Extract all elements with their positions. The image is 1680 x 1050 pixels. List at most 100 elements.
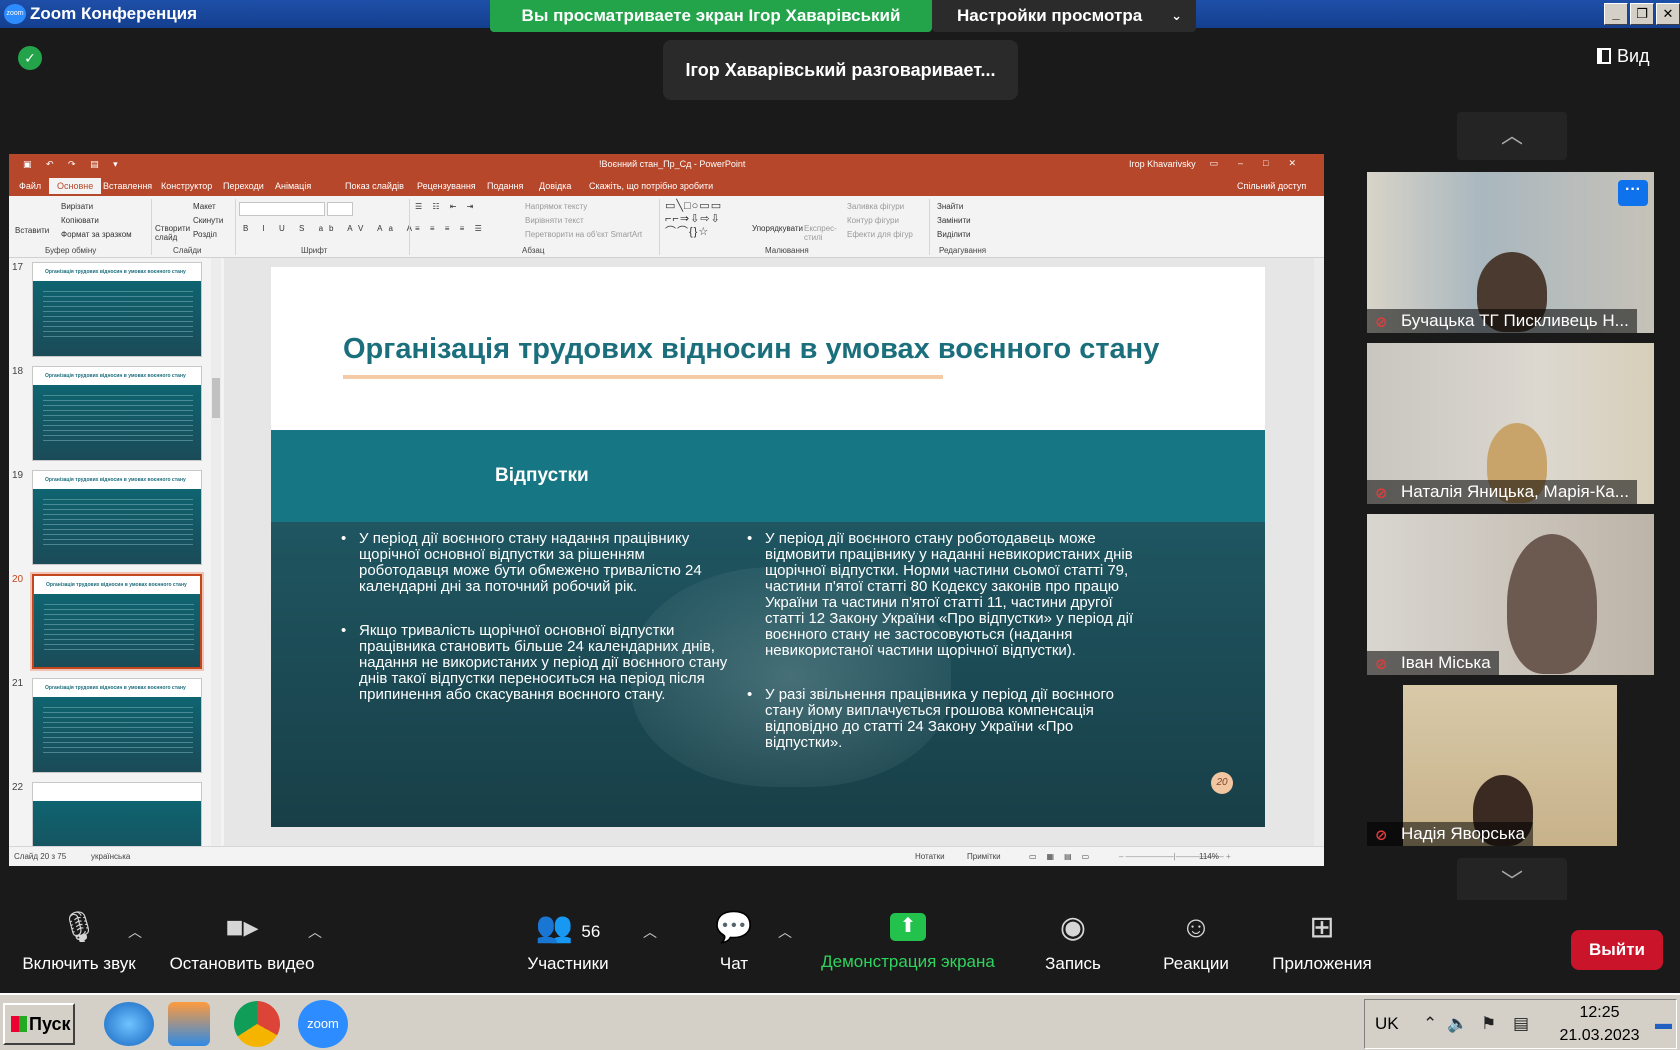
chrome-icon[interactable] bbox=[234, 1001, 280, 1047]
tab-slideshow[interactable]: Показ слайдів bbox=[345, 181, 404, 191]
thumb-text-lines bbox=[43, 291, 193, 339]
reset-button[interactable]: Скинути bbox=[193, 216, 223, 225]
quick-styles-button[interactable]: Експрес-стилі bbox=[804, 224, 840, 242]
tab-file[interactable]: Файл bbox=[19, 181, 41, 191]
slide-thumbnail[interactable]: Організація трудових відносин в умовах в… bbox=[32, 262, 202, 357]
record-button[interactable]: ◉ Запись bbox=[1036, 908, 1110, 974]
tab-design[interactable]: Конструктор bbox=[161, 181, 212, 191]
slide-thumbnail[interactable]: Організація трудових відносин в умовах в… bbox=[32, 678, 202, 773]
participant-tile[interactable]: ⊘ Наталія Яницька, Марія-Ка... bbox=[1367, 343, 1654, 504]
apps-button[interactable]: ⊞ Приложения bbox=[1264, 908, 1380, 974]
tab-view[interactable]: Подання bbox=[487, 181, 523, 191]
cut-button[interactable]: Вирізати bbox=[61, 202, 93, 211]
unmute-button[interactable]: 🎙 Включить звук bbox=[14, 908, 144, 974]
participant-tile[interactable]: ⊘ Надія Яворська bbox=[1367, 685, 1654, 846]
participants-button[interactable]: 👥 56 Участники bbox=[520, 908, 616, 974]
active-speaker-label: Ігор Хаварівський разговаривает... bbox=[663, 40, 1018, 100]
tab-insert[interactable]: Вставлення bbox=[103, 181, 152, 191]
show-hidden-icons-icon[interactable]: ⌃ bbox=[1423, 1014, 1437, 1034]
network-icon[interactable]: ▤ bbox=[1513, 1014, 1529, 1034]
unmute-label: Включить звук bbox=[22, 954, 136, 973]
start-button[interactable]: Пуск bbox=[3, 1003, 75, 1045]
security-shield-icon[interactable]: ✓ bbox=[18, 46, 42, 70]
reactions-button[interactable]: ☺ Реакции bbox=[1154, 908, 1238, 974]
layout-button[interactable]: Макет bbox=[193, 202, 216, 211]
close-button[interactable]: ✕ bbox=[1656, 3, 1680, 25]
arrange-button[interactable]: Упорядкувати bbox=[752, 224, 803, 233]
share-screen-button[interactable]: ⬆ Демонстрация экрана bbox=[810, 908, 1006, 972]
tell-me-search[interactable]: Скажіть, що потрібно зробити bbox=[589, 181, 713, 191]
font-size-input[interactable] bbox=[327, 202, 353, 216]
reactions-smiley-icon: ☺ bbox=[1180, 911, 1212, 944]
video-options-caret[interactable]: ︿ bbox=[308, 922, 322, 942]
select-button[interactable]: Виділити bbox=[937, 230, 971, 239]
format-painter-button[interactable]: Формат за зразком bbox=[61, 230, 132, 239]
clock-date[interactable]: 21.03.2023 bbox=[1552, 1027, 1647, 1045]
media-player-icon[interactable] bbox=[168, 1002, 210, 1046]
shape-fill-button[interactable]: Заливка фігури bbox=[847, 202, 904, 211]
participant-name: Бучацька ТГ Пискливець Н... bbox=[1401, 311, 1629, 330]
tab-home[interactable]: Основне bbox=[49, 178, 102, 194]
tab-animations[interactable]: Анімація bbox=[275, 181, 311, 191]
chat-button[interactable]: 💬 Чат bbox=[706, 908, 762, 974]
participant-tile[interactable]: ⊘ Іван Міська bbox=[1367, 514, 1654, 675]
participants-options-caret[interactable]: ︿ bbox=[643, 922, 657, 942]
replace-button[interactable]: Замінити bbox=[937, 216, 971, 225]
tab-review[interactable]: Рецензування bbox=[417, 181, 476, 191]
participant-name: Іван Міська bbox=[1401, 653, 1491, 672]
thumbnails-scrollbar[interactable] bbox=[211, 258, 221, 846]
show-desktop-icon[interactable]: ▬ bbox=[1655, 1014, 1672, 1034]
slide-thumbnail[interactable]: Організація трудових відносин в умовах в… bbox=[32, 470, 202, 565]
shapes-gallery[interactable]: ▭╲□○▭▭ ⌐⌐⇒⇩⇨⇩ ⌒⌒{}☆ bbox=[665, 200, 745, 239]
windows-taskbar: Пуск zoom UK ⌃ 🔈 ⚑ ▤ 12:25 21.03.2023 ▬ bbox=[0, 993, 1680, 1050]
view-mode-icons[interactable]: ▭▦▤▭ bbox=[1029, 852, 1099, 861]
slide-thumbnail-selected[interactable]: Організація трудових відносин в умовах в… bbox=[30, 572, 204, 671]
thumb-band bbox=[33, 801, 201, 846]
more-options-icon[interactable]: ··· bbox=[1618, 180, 1648, 206]
keyboard-language[interactable]: UK bbox=[1375, 1014, 1399, 1034]
current-slide[interactable]: Організація трудових відносин в умовах в… bbox=[271, 267, 1265, 827]
participant-name-bar: ⊘ Бучацька ТГ Пискливець Н... bbox=[1367, 309, 1637, 333]
minimize-button[interactable]: _ bbox=[1604, 3, 1628, 25]
copy-button[interactable]: Копіювати bbox=[61, 216, 99, 225]
stop-video-button[interactable]: ■▸ Остановить видео bbox=[162, 908, 322, 974]
slide-scrollbar[interactable] bbox=[1314, 258, 1324, 846]
volume-icon[interactable]: 🔈 bbox=[1447, 1014, 1468, 1034]
slide-thumbnail[interactable] bbox=[32, 782, 202, 846]
shape-outline-button[interactable]: Контур фігури bbox=[847, 216, 899, 225]
zoom-level[interactable]: 114% bbox=[1199, 852, 1219, 861]
shape-effects-button[interactable]: Ефекти для фігур bbox=[847, 230, 913, 239]
start-label: Пуск bbox=[29, 1014, 71, 1034]
audio-options-caret[interactable]: ︿ bbox=[128, 922, 142, 942]
internet-explorer-icon[interactable] bbox=[104, 1002, 154, 1046]
meeting-toolbar: 🎙 Включить звук ︿ ■▸ Остановить видео ︿ … bbox=[0, 900, 1680, 993]
text-direction-button[interactable]: Напрямок тексту bbox=[525, 202, 587, 211]
find-button[interactable]: Знайти bbox=[937, 202, 963, 211]
chat-options-caret[interactable]: ︿ bbox=[778, 922, 792, 942]
slide-thumbnail[interactable]: Організація трудових відносин в умовах в… bbox=[32, 366, 202, 461]
tab-transitions[interactable]: Переходи bbox=[223, 181, 264, 191]
new-slide-button[interactable]: Створити слайд bbox=[155, 224, 193, 242]
video-camera-icon: ■▸ bbox=[225, 911, 259, 944]
action-center-flag-icon[interactable]: ⚑ bbox=[1481, 1014, 1496, 1034]
chevron-down-icon[interactable]: ﹀ bbox=[1457, 858, 1567, 906]
maximize-button[interactable]: ❐ bbox=[1630, 3, 1654, 25]
zoom-taskbar-icon[interactable]: zoom bbox=[298, 1000, 348, 1048]
smartart-button[interactable]: Перетворити на об'єкт SmartArt bbox=[525, 230, 642, 239]
leave-meeting-button[interactable]: Выйти bbox=[1571, 930, 1663, 970]
clock-time[interactable]: 12:25 bbox=[1552, 1004, 1647, 1022]
font-name-input[interactable] bbox=[239, 202, 325, 216]
comments-button[interactable]: Примітки bbox=[967, 852, 1001, 861]
participants-count: 56 bbox=[581, 922, 601, 941]
scrollbar-thumb[interactable] bbox=[212, 378, 220, 418]
section-button[interactable]: Розділ bbox=[193, 230, 217, 239]
chevron-up-icon[interactable]: ︿ bbox=[1457, 112, 1567, 160]
view-button[interactable]: Вид bbox=[1597, 46, 1650, 67]
notes-button[interactable]: Нотатки bbox=[915, 852, 945, 861]
tab-help[interactable]: Довідка bbox=[539, 181, 571, 191]
paste-button[interactable]: Вставити bbox=[15, 226, 49, 235]
participant-tile[interactable]: ··· ⊘ Бучацька ТГ Пискливець Н... bbox=[1367, 172, 1654, 333]
align-text-button[interactable]: Вирівняти текст bbox=[525, 216, 584, 225]
share-link[interactable]: Спільний доступ bbox=[1237, 181, 1306, 191]
view-settings-dropdown[interactable]: Настройки просмотра ⌄ bbox=[932, 0, 1196, 32]
